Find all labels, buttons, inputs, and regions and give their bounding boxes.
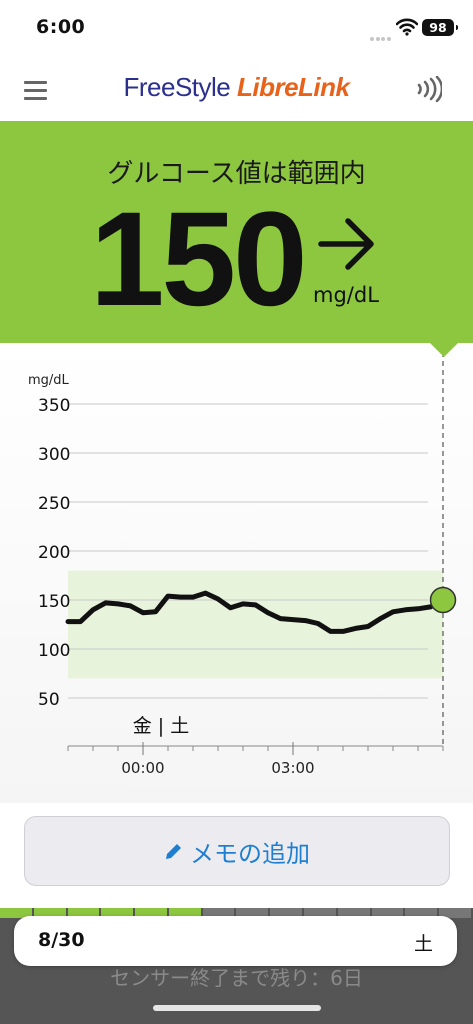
app-header: FreeStyle LibreLink (0, 58, 473, 121)
y-tick-label: 250 (38, 494, 70, 514)
current-reading-marker (429, 586, 457, 614)
glucose-value: 150 (90, 185, 308, 334)
y-tick-label: 50 (38, 690, 60, 710)
home-indicator[interactable] (153, 1005, 321, 1011)
day-divider-label: 金 | 土 (133, 715, 189, 737)
add-memo-button[interactable]: メモの追加 (24, 816, 450, 886)
add-memo-label: メモの追加 (190, 839, 310, 868)
y-tick-label: 350 (38, 396, 70, 416)
target-range-band (68, 570, 443, 679)
current-date: 8/30 (38, 929, 85, 951)
brand-name-part1: FreeStyle (123, 72, 237, 102)
brand-name-part2: LibreLink (236, 72, 350, 102)
pencil-icon (166, 844, 181, 859)
x-tick-label: 00:00 (121, 759, 164, 777)
trend-arrow-right-icon (318, 218, 374, 270)
y-tick-label: 150 (38, 592, 70, 612)
glucose-unit: mg/dL (313, 283, 379, 307)
current-time-pointer (430, 343, 458, 357)
scan-sensor-icon[interactable] (414, 76, 442, 102)
date-bar[interactable]: 8/30 土 (14, 916, 457, 966)
app-logo: FreeStyle LibreLink (0, 72, 473, 103)
cellular-signal-icon (370, 26, 394, 41)
y-tick-label: 200 (38, 543, 70, 563)
battery-icon: 98 (422, 19, 458, 36)
glucose-chart-svg: mg/dL 350 300 250 200 150 100 50 00:00 03:00 金 | 土 (28, 343, 457, 777)
current-weekday: 土 (413, 933, 433, 955)
status-bar: 6:00 98 (0, 0, 473, 58)
glucose-reading-panel: グルコース値は範囲内 150 mg/dL (0, 121, 473, 343)
status-time: 6:00 (36, 16, 86, 38)
y-tick-label: 100 (38, 641, 70, 661)
y-unit-label: mg/dL (28, 373, 70, 388)
sensor-remaining-text: センサー終了まで残り：6日 (110, 966, 363, 990)
y-tick-label: 300 (38, 445, 70, 465)
x-tick-label: 03:00 (271, 759, 314, 777)
wifi-icon (396, 18, 418, 36)
glucose-chart: mg/dL 350 300 250 200 150 100 50 00:00 03:00 金 | 土 (0, 343, 473, 803)
